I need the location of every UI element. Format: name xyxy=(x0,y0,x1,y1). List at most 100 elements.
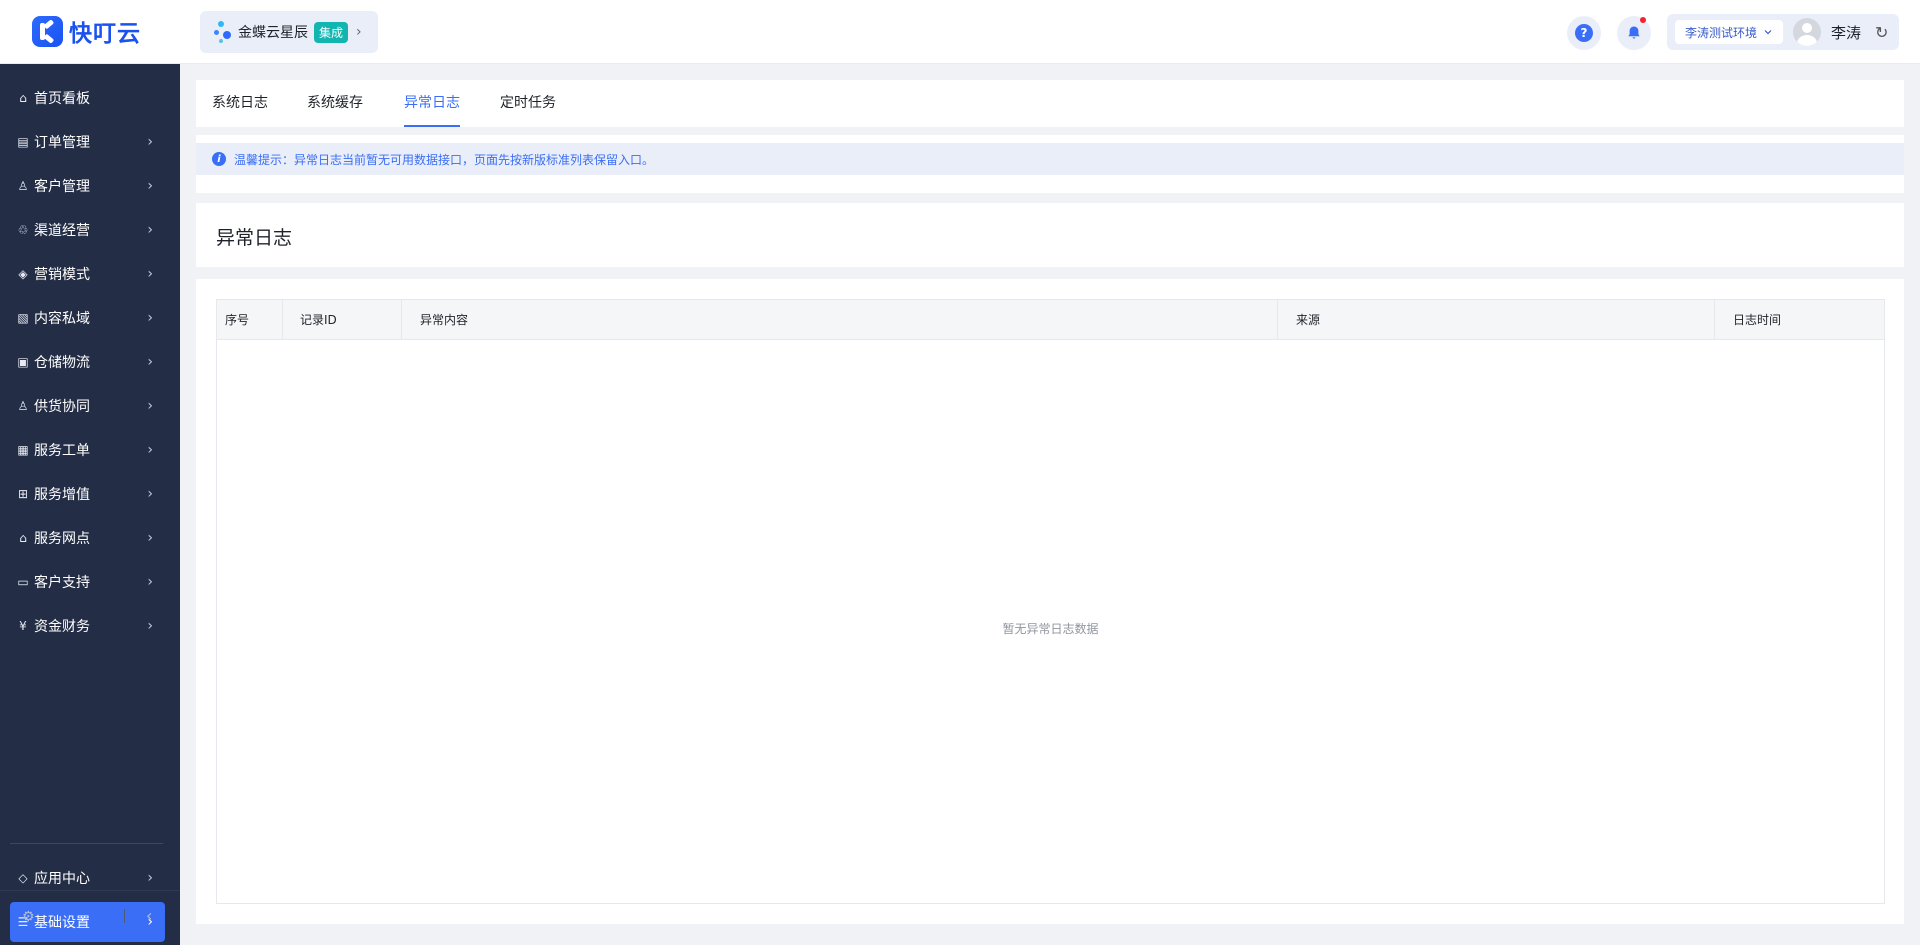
environment-label: 李涛测试环境 xyxy=(1685,25,1758,40)
sidebar-item-ticket[interactable]: ▦ 服务工单 › xyxy=(10,430,165,470)
tab-scheduled-tasks[interactable]: 定时任务 xyxy=(500,80,556,127)
sidebar-item-label: 服务增值 xyxy=(34,487,90,503)
sidebar-item-label: 资金财务 xyxy=(34,619,90,635)
avatar[interactable] xyxy=(1793,18,1822,46)
sidebar-item-clipboard[interactable]: ▤ 订单管理 › xyxy=(10,122,165,162)
chevron-right-icon: › xyxy=(147,310,153,326)
top-header: 快叮云 金蝶云星辰 集成 › ? 李涛测试环境 李涛 ↻ xyxy=(0,0,1920,64)
support-icon: ▭ xyxy=(17,575,29,589)
sidebar-item-image[interactable]: ▧ 内容私域 › xyxy=(10,298,165,338)
sidebar-item-label: 客户支持 xyxy=(34,575,90,591)
sidebar: ⌂ 首页看板 ▤ 订单管理 › ♙ 客户管理 › ♲ 渠道经营 › ◈ 营销模式 › ▧ 内容私域 › ▣ 仓储物流… xyxy=(0,64,180,945)
sidebar-item-label: 服务网点 xyxy=(34,531,90,547)
title-card: 异常日志 xyxy=(196,203,1904,267)
sidebar-item-supplier[interactable]: ♙ 供货协同 › xyxy=(10,386,165,426)
app-logo[interactable]: 快叮云 xyxy=(32,15,141,47)
ticket-icon: ▦ xyxy=(17,443,29,457)
column-header-exception-content: 异常内容 xyxy=(402,300,1278,340)
cube-icon: ◇ xyxy=(18,871,28,885)
image-icon: ▧ xyxy=(17,311,29,325)
product-switcher[interactable]: 金蝶云星辰 集成 › xyxy=(200,11,378,53)
exception-log-table: 序号 记录ID 异常内容 来源 日志时间 暂无异常日志数据 xyxy=(216,299,1885,904)
chevron-right-icon: › xyxy=(147,486,153,502)
chevron-right-icon: › xyxy=(356,24,362,40)
box-icon: ▣ xyxy=(17,355,29,369)
help-icon: ? xyxy=(1575,24,1593,42)
bell-icon xyxy=(1628,26,1640,39)
help-button[interactable]: ? xyxy=(1567,16,1601,50)
chevron-right-icon: › xyxy=(147,134,153,150)
sidebar-item-yuan[interactable]: ¥ 资金财务 › xyxy=(10,606,165,646)
tab-system-log[interactable]: 系统日志 xyxy=(212,80,268,127)
yuan-icon: ¥ xyxy=(19,619,27,633)
refresh-icon[interactable]: ↻ xyxy=(1875,23,1888,42)
sidebar-item-tag[interactable]: ◈ 营销模式 › xyxy=(10,254,165,294)
sidebar-item-channel[interactable]: ♲ 渠道经营 › xyxy=(10,210,165,250)
sidebar-item-label: 内容私域 xyxy=(34,311,90,327)
sidebar-item-bag[interactable]: ⊞ 服务增值 › xyxy=(10,474,165,514)
footer-divider xyxy=(124,909,125,923)
supplier-icon: ♙ xyxy=(17,399,29,413)
home-icon: ⌂ xyxy=(19,91,27,105)
sidebar-item-label: 供货协同 xyxy=(34,399,90,415)
chevron-right-icon: › xyxy=(147,398,153,414)
environment-select[interactable]: 李涛测试环境 xyxy=(1675,20,1784,44)
chevron-right-icon: › xyxy=(147,222,153,238)
product-name: 金蝶云星辰 xyxy=(238,25,308,41)
bag-icon: ⊞ xyxy=(17,487,29,501)
store-icon: ⌂ xyxy=(19,531,27,545)
sidebar-item-label: 仓储物流 xyxy=(34,355,90,371)
sidebar-divider xyxy=(10,843,163,844)
user-area: 李涛测试环境 李涛 ↻ xyxy=(1667,14,1899,50)
integration-badge: 集成 xyxy=(314,21,349,43)
column-header-log-time: 日志时间 xyxy=(1733,313,1782,327)
chevron-right-icon: › xyxy=(147,266,153,282)
gear-icon[interactable]: ⚙ xyxy=(22,909,35,925)
notice-banner: i 温馨提示：异常日志当前暂无可用数据接口，页面先按新版标准列表保留入口。 xyxy=(196,143,1904,175)
collapse-sidebar-icon[interactable]: ‹ xyxy=(146,906,152,925)
sidebar-item-store[interactable]: ⌂ 服务网点 › xyxy=(10,518,165,558)
user-icon: ♙ xyxy=(17,179,29,193)
sidebar-footer: ⚙ ‹ xyxy=(0,890,180,945)
info-icon: i xyxy=(212,152,226,166)
user-name[interactable]: 李涛 xyxy=(1831,22,1861,43)
chevron-right-icon: › xyxy=(147,354,153,370)
tab-exception-log[interactable]: 异常日志 xyxy=(404,80,460,127)
sidebar-item-label: 首页看板 xyxy=(34,91,90,107)
sidebar-item-user[interactable]: ♙ 客户管理 › xyxy=(10,166,165,206)
sidebar-item-label: 营销模式 xyxy=(34,267,90,283)
tab-bar: 系统日志 系统缓存 异常日志 定时任务 xyxy=(196,80,1904,127)
sidebar-item-label: 应用中心 xyxy=(34,871,90,887)
table-header: 序号 记录ID 异常内容 来源 日志时间 xyxy=(217,300,1884,340)
sidebar-item-home[interactable]: ⌂ 首页看板 xyxy=(10,78,165,118)
tab-system-cache[interactable]: 系统缓存 xyxy=(307,80,363,127)
clipboard-icon: ▤ xyxy=(17,135,29,149)
chevron-right-icon: › xyxy=(147,870,153,886)
table-card: 序号 记录ID 异常内容 来源 日志时间 暂无异常日志数据 xyxy=(196,279,1904,924)
chevron-right-icon: › xyxy=(147,178,153,194)
notification-dot xyxy=(1640,17,1646,23)
sidebar-item-box[interactable]: ▣ 仓储物流 › xyxy=(10,342,165,382)
notice-card: i 温馨提示：异常日志当前暂无可用数据接口，页面先按新版标准列表保留入口。 xyxy=(196,135,1904,193)
sidebar-item-label: 服务工单 xyxy=(34,443,90,459)
logo-mark-icon xyxy=(32,15,63,47)
tag-icon: ◈ xyxy=(18,267,28,281)
logo-text: 快叮云 xyxy=(69,21,141,47)
chevron-right-icon: › xyxy=(147,574,153,590)
sidebar-item-support[interactable]: ▭ 客户支持 › xyxy=(10,562,165,602)
notification-button[interactable] xyxy=(1617,16,1651,50)
product-dots-icon xyxy=(214,21,232,43)
chevron-right-icon: › xyxy=(147,530,153,546)
chevron-right-icon: › xyxy=(147,442,153,458)
page-title: 异常日志 xyxy=(216,227,293,249)
chevron-down-icon xyxy=(1764,30,1772,35)
notice-text: 温馨提示：异常日志当前暂无可用数据接口，页面先按新版标准列表保留入口。 xyxy=(234,152,655,167)
empty-state-text: 暂无异常日志数据 xyxy=(1002,622,1099,636)
sidebar-item-label: 客户管理 xyxy=(34,179,90,195)
column-header-index: 序号 xyxy=(217,300,283,340)
column-header-record-id: 记录ID xyxy=(283,300,402,340)
chevron-right-icon: › xyxy=(147,618,153,634)
sidebar-item-label: 订单管理 xyxy=(34,135,90,151)
column-header-source: 来源 xyxy=(1278,300,1715,340)
channel-icon: ♲ xyxy=(17,223,29,237)
